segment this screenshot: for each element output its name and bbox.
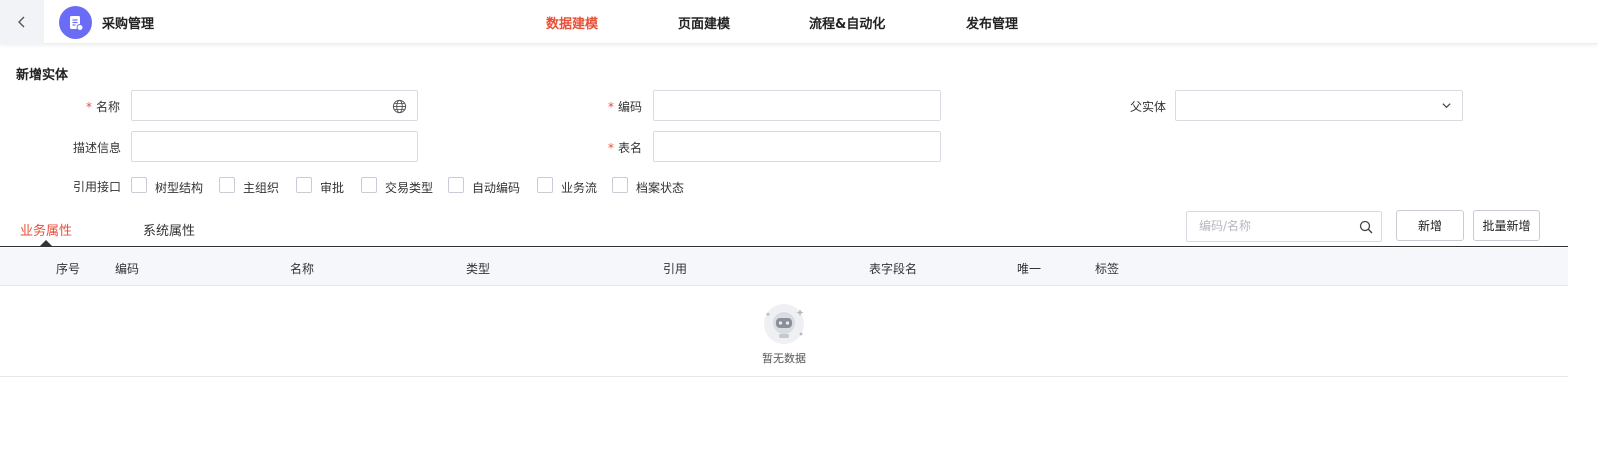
batch-add-button[interactable]: 批量新增 xyxy=(1473,210,1540,241)
required-mark: * xyxy=(608,141,614,155)
nav-tab-data-modeling[interactable]: 数据建模 xyxy=(546,13,598,32)
column-header-field-name: 表字段名 xyxy=(869,262,918,276)
app-title: 采购管理 xyxy=(102,17,155,32)
checkbox-auto-code[interactable] xyxy=(448,177,464,193)
column-header-code: 编码 xyxy=(115,262,140,276)
tab-divider xyxy=(0,246,1568,247)
nav-tab-process-automation[interactable]: 流程&自动化 xyxy=(809,13,885,32)
back-button[interactable] xyxy=(0,0,44,44)
column-header-tags: 标签 xyxy=(1095,262,1120,276)
checkbox-label: 自动编码 xyxy=(472,181,521,195)
search-box[interactable] xyxy=(1186,211,1382,242)
checkbox-label: 档案状态 xyxy=(636,181,685,195)
search-input[interactable] xyxy=(1199,219,1349,233)
code-label: * 编码 xyxy=(608,100,643,114)
name-label: * 名称 xyxy=(86,100,121,114)
column-header-unique: 唯一 xyxy=(1017,262,1042,276)
column-header-index: 序号 xyxy=(56,262,81,276)
checkbox-archive-status[interactable] xyxy=(612,177,628,193)
empty-text: 暂无数据 xyxy=(762,352,806,365)
top-bar: 采购管理 数据建模 页面建模 流程&自动化 发布管理 xyxy=(0,0,1598,44)
checkbox-label: 审批 xyxy=(320,181,345,195)
table-empty-state: 暂无数据 xyxy=(0,286,1568,377)
tab-system-attributes[interactable]: 系统属性 xyxy=(143,220,195,239)
table-name-field[interactable] xyxy=(653,131,941,162)
checkbox-label: 交易类型 xyxy=(385,181,434,195)
required-mark: * xyxy=(608,100,614,114)
back-chevron-icon xyxy=(18,16,25,28)
column-header-reference: 引用 xyxy=(663,262,688,276)
checkbox-transaction-type[interactable] xyxy=(361,177,377,193)
column-header-name: 名称 xyxy=(290,262,315,276)
checkbox-approval[interactable] xyxy=(296,177,312,193)
checkbox-label: 业务流 xyxy=(561,181,598,195)
checkbox-main-org[interactable] xyxy=(219,177,235,193)
nav-tab-page-modeling[interactable]: 页面建模 xyxy=(678,13,730,32)
add-button[interactable]: 新增 xyxy=(1396,210,1464,241)
search-icon[interactable] xyxy=(1359,220,1373,237)
app-document-icon xyxy=(69,15,83,31)
parent-entity-label: 父实体 xyxy=(1130,100,1167,114)
interface-label: 引用接口 xyxy=(73,180,122,194)
globe-icon[interactable] xyxy=(392,99,407,117)
checkbox-label: 主组织 xyxy=(243,181,280,195)
table-name-label: * 表名 xyxy=(608,141,643,155)
description-field[interactable] xyxy=(131,131,418,162)
description-label: 描述信息 xyxy=(73,141,122,155)
code-field[interactable] xyxy=(653,90,941,121)
tab-business-attributes[interactable]: 业务属性 xyxy=(20,220,72,239)
name-field[interactable] xyxy=(131,90,418,121)
table-header: 序号 编码 名称 类型 引用 表字段名 唯一 标签 xyxy=(0,248,1568,286)
parent-entity-select[interactable] xyxy=(1175,90,1463,121)
app-icon xyxy=(59,6,92,39)
checkbox-label: 树型结构 xyxy=(155,181,204,195)
required-mark: * xyxy=(86,100,92,114)
checkbox-tree-structure[interactable] xyxy=(131,177,147,193)
chevron-down-icon xyxy=(1441,100,1452,114)
nav-tab-publish-management[interactable]: 发布管理 xyxy=(966,13,1018,32)
section-title: 新增实体 xyxy=(16,68,69,83)
empty-state-icon xyxy=(764,304,804,344)
checkbox-business-flow[interactable] xyxy=(537,177,553,193)
column-header-type: 类型 xyxy=(466,262,491,276)
